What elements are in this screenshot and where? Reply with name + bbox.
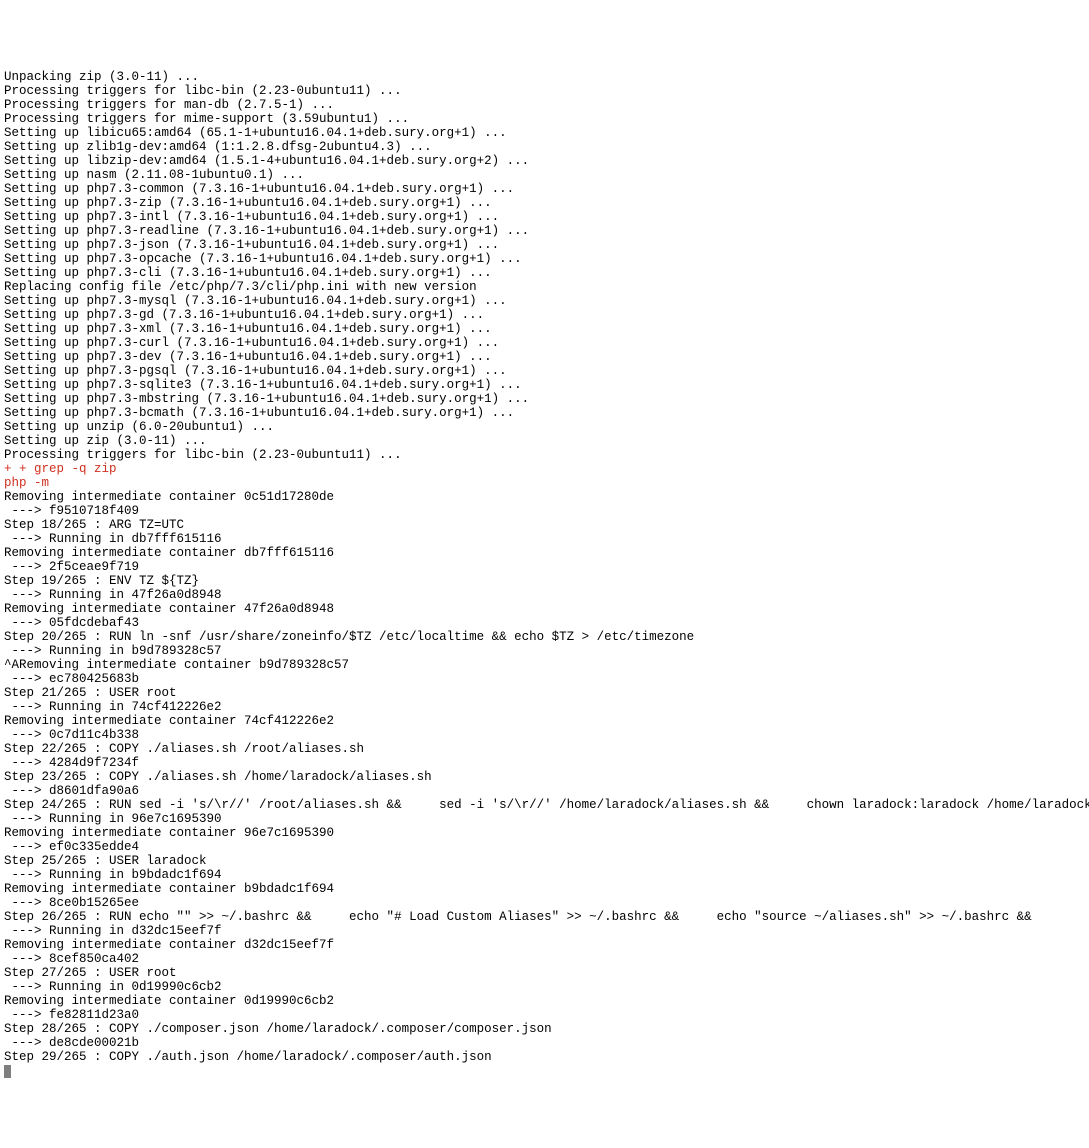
terminal-line: Step 26/265 : RUN echo "" >> ~/.bashrc &… [4,910,1085,924]
cursor-icon [4,1065,11,1078]
terminal-output[interactable]: Unpacking zip (3.0-11) ...Processing tri… [0,70,1089,1078]
terminal-line: Setting up php7.3-dev (7.3.16-1+ubuntu16… [4,350,1085,364]
terminal-line: Setting up nasm (2.11.08-1ubuntu0.1) ... [4,168,1085,182]
terminal-line: ---> ec780425683b [4,672,1085,686]
terminal-line: Setting up zip (3.0-11) ... [4,434,1085,448]
terminal-line: Setting up php7.3-gd (7.3.16-1+ubuntu16.… [4,308,1085,322]
terminal-line: Processing triggers for mime-support (3.… [4,112,1085,126]
terminal-line: Setting up php7.3-bcmath (7.3.16-1+ubunt… [4,406,1085,420]
terminal-line: ---> de8cde00021b [4,1036,1085,1050]
terminal-line: Setting up php7.3-cli (7.3.16-1+ubuntu16… [4,266,1085,280]
terminal-line: ---> fe82811d23a0 [4,1008,1085,1022]
terminal-line: ^ARemoving intermediate container b9d789… [4,658,1085,672]
terminal-line: Step 29/265 : COPY ./auth.json /home/lar… [4,1050,1085,1064]
terminal-line: Removing intermediate container 96e7c169… [4,826,1085,840]
terminal-line: ---> f9510718f409 [4,504,1085,518]
terminal-line: ---> Running in b9d789328c57 [4,644,1085,658]
terminal-line: Setting up php7.3-opcache (7.3.16-1+ubun… [4,252,1085,266]
terminal-line: Step 19/265 : ENV TZ ${TZ} [4,574,1085,588]
terminal-line: ---> Running in b9bdadc1f694 [4,868,1085,882]
terminal-line: Removing intermediate container 74cf4122… [4,714,1085,728]
terminal-line: ---> Running in 47f26a0d8948 [4,588,1085,602]
terminal-line: Step 27/265 : USER root [4,966,1085,980]
terminal-line: Setting up php7.3-sqlite3 (7.3.16-1+ubun… [4,378,1085,392]
terminal-line: Step 25/265 : USER laradock [4,854,1085,868]
terminal-line: Step 23/265 : COPY ./aliases.sh /home/la… [4,770,1085,784]
terminal-line: Removing intermediate container d32dc15e… [4,938,1085,952]
terminal-line: ---> 0c7d11c4b338 [4,728,1085,742]
terminal-line: Step 21/265 : USER root [4,686,1085,700]
terminal-line: ---> ef0c335edde4 [4,840,1085,854]
terminal-line: Processing triggers for libc-bin (2.23-0… [4,448,1085,462]
terminal-line: Removing intermediate container db7fff61… [4,546,1085,560]
terminal-line: ---> 8ce0b15265ee [4,896,1085,910]
terminal-line: ---> Running in 96e7c1695390 [4,812,1085,826]
terminal-line: Setting up php7.3-json (7.3.16-1+ubuntu1… [4,238,1085,252]
terminal-line: Step 28/265 : COPY ./composer.json /home… [4,1022,1085,1036]
terminal-line: Removing intermediate container b9bdadc1… [4,882,1085,896]
terminal-line: Setting up php7.3-common (7.3.16-1+ubunt… [4,182,1085,196]
terminal-line: Unpacking zip (3.0-11) ... [4,70,1085,84]
terminal-line: Processing triggers for man-db (2.7.5-1)… [4,98,1085,112]
terminal-line: Setting up php7.3-mysql (7.3.16-1+ubuntu… [4,294,1085,308]
terminal-line: Setting up php7.3-zip (7.3.16-1+ubuntu16… [4,196,1085,210]
terminal-line: ---> Running in 74cf412226e2 [4,700,1085,714]
terminal-line: ---> 4284d9f7234f [4,756,1085,770]
terminal-line: Setting up php7.3-mbstring (7.3.16-1+ubu… [4,392,1085,406]
terminal-line: Processing triggers for libc-bin (2.23-0… [4,84,1085,98]
terminal-line: ---> Running in d32dc15eef7f [4,924,1085,938]
terminal-line: ---> 2f5ceae9f719 [4,560,1085,574]
terminal-line: + + grep -q zip [4,462,1085,476]
terminal-line: ---> Running in 0d19990c6cb2 [4,980,1085,994]
terminal-line: Setting up php7.3-pgsql (7.3.16-1+ubuntu… [4,364,1085,378]
terminal-line: Removing intermediate container 0c51d172… [4,490,1085,504]
terminal-line: Step 18/265 : ARG TZ=UTC [4,518,1085,532]
terminal-cursor-line [4,1064,1085,1078]
terminal-line: Step 24/265 : RUN sed -i 's/\r//' /root/… [4,798,1085,812]
terminal-line: Setting up libzip-dev:amd64 (1.5.1-4+ubu… [4,154,1085,168]
terminal-line: ---> 8cef850ca402 [4,952,1085,966]
terminal-line: Setting up php7.3-readline (7.3.16-1+ubu… [4,224,1085,238]
terminal-line: Step 22/265 : COPY ./aliases.sh /root/al… [4,742,1085,756]
terminal-line: ---> Running in db7fff615116 [4,532,1085,546]
terminal-line: Setting up libicu65:amd64 (65.1-1+ubuntu… [4,126,1085,140]
terminal-line: ---> d8601dfa90a6 [4,784,1085,798]
terminal-line: ---> 05fdcdebaf43 [4,616,1085,630]
terminal-line: Removing intermediate container 47f26a0d… [4,602,1085,616]
terminal-line: Step 20/265 : RUN ln -snf /usr/share/zon… [4,630,1085,644]
terminal-line: Setting up zlib1g-dev:amd64 (1:1.2.8.dfs… [4,140,1085,154]
terminal-line: Setting up php7.3-intl (7.3.16-1+ubuntu1… [4,210,1085,224]
terminal-line: Removing intermediate container 0d19990c… [4,994,1085,1008]
terminal-line: Setting up unzip (6.0-20ubuntu1) ... [4,420,1085,434]
terminal-line: Setting up php7.3-xml (7.3.16-1+ubuntu16… [4,322,1085,336]
terminal-line: Replacing config file /etc/php/7.3/cli/p… [4,280,1085,294]
terminal-line: php -m [4,476,1085,490]
terminal-line: Setting up php7.3-curl (7.3.16-1+ubuntu1… [4,336,1085,350]
